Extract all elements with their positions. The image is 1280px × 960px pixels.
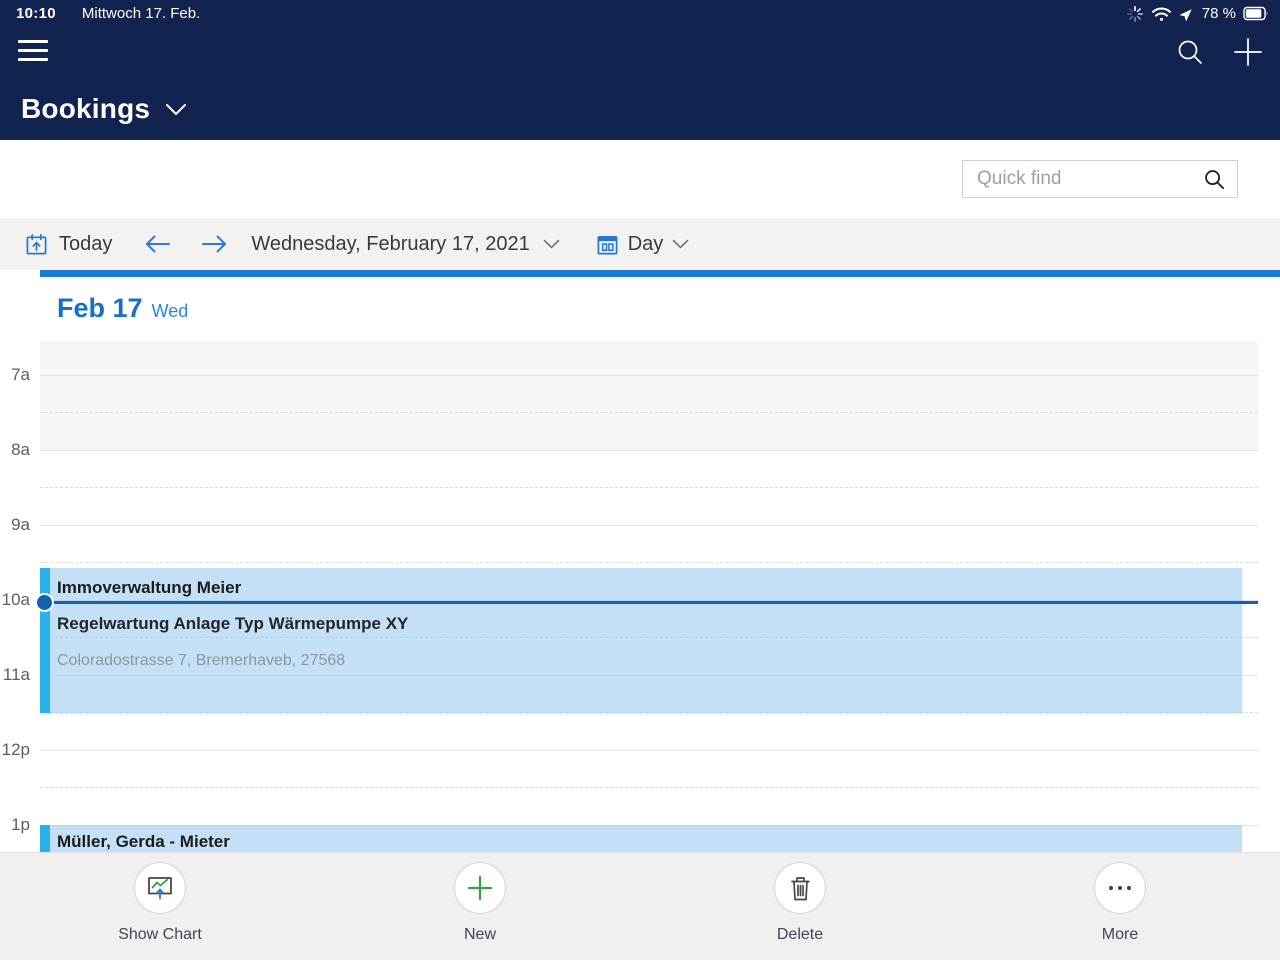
hour-line (40, 450, 1258, 451)
next-day-button[interactable] (201, 234, 228, 254)
event-status-stripe (40, 825, 50, 852)
time-label: 11a (0, 665, 30, 685)
new-label: New (464, 926, 496, 944)
more-button[interactable]: More (960, 853, 1280, 960)
activity-spinner-icon (1126, 5, 1144, 23)
half-hour-line (40, 787, 1258, 788)
current-time-line (40, 601, 1258, 604)
more-label: More (1102, 926, 1138, 944)
status-bar: 10:10 Mittwoch 17. Feb. 78 % (0, 0, 1280, 27)
event-title: Müller, Gerda - Mieter (57, 832, 230, 852)
today-button[interactable]: Today (25, 233, 112, 256)
event-title: Immoverwaltung Meier (57, 578, 241, 598)
location-icon (1179, 6, 1195, 22)
new-plus-icon (454, 862, 506, 914)
booking-event[interactable]: Immoverwaltung Meier Regelwartung Anlage… (40, 568, 1242, 713)
add-button[interactable] (1232, 36, 1264, 68)
new-button[interactable]: New (320, 853, 640, 960)
half-hour-line (40, 412, 1258, 413)
event-subtitle: Regelwartung Anlage Typ Wärmepumpe XY (57, 614, 408, 634)
view-title-selector[interactable]: Bookings (21, 93, 187, 125)
today-calendar-icon (25, 233, 48, 256)
status-icons: 78 % (1126, 5, 1270, 23)
day-name-label: Wed (152, 301, 189, 322)
delete-button[interactable]: Delete (640, 853, 960, 960)
quick-find-search-icon[interactable] (1197, 168, 1237, 191)
day-header: Feb 17 Wed (57, 293, 188, 324)
view-mode-label: Day (628, 233, 664, 256)
hour-line (40, 525, 1258, 526)
trash-icon (774, 862, 826, 914)
show-chart-label: Show Chart (118, 926, 202, 944)
delete-label: Delete (777, 926, 823, 944)
chevron-down-icon (672, 239, 689, 249)
app-header: Bookings (0, 27, 1280, 140)
accent-bar (40, 270, 1280, 277)
calendar-day-view: Feb 17 Wed 7a 8a 9a 10a 11a 12p 1p Immov… (0, 277, 1280, 852)
time-label: 12p (0, 740, 30, 760)
ellipsis-icon (1094, 862, 1146, 914)
day-view-calendar-icon (596, 233, 619, 256)
non-working-hours-band (40, 341, 1258, 450)
calendar-toolbar: Today Wednesday, February 17, 2021 Day (0, 218, 1280, 270)
previous-day-button[interactable] (144, 234, 171, 254)
time-label: 7a (0, 365, 30, 385)
page-title: Bookings (21, 93, 150, 125)
quick-find-box (962, 160, 1238, 198)
date-label: Wednesday, February 17, 2021 (251, 233, 529, 256)
battery-icon (1243, 5, 1270, 22)
status-time: 10:10 (16, 5, 56, 22)
hour-line (40, 750, 1258, 751)
battery-percentage: 78 % (1202, 5, 1236, 22)
half-hour-line (40, 487, 1258, 488)
quick-find-input[interactable] (963, 168, 1197, 190)
chevron-down-icon (543, 239, 560, 249)
chevron-down-icon (165, 103, 187, 116)
day-date-label: Feb 17 (57, 293, 143, 324)
wifi-icon (1151, 6, 1172, 22)
hamburger-menu-button[interactable] (18, 40, 48, 62)
subheader (0, 140, 1280, 218)
date-selector[interactable]: Wednesday, February 17, 2021 (251, 233, 559, 256)
time-label: 9a (0, 515, 30, 535)
show-chart-icon (134, 862, 186, 914)
time-label: 8a (0, 440, 30, 460)
status-date: Mittwoch 17. Feb. (82, 5, 200, 22)
event-location: Coloradostrasse 7, Bremerhaveb, 27568 (57, 652, 345, 670)
time-label: 10a (0, 590, 30, 610)
hour-line (40, 375, 1258, 376)
booking-event[interactable]: Müller, Gerda - Mieter (40, 825, 1242, 852)
today-label: Today (59, 233, 112, 256)
view-mode-selector[interactable]: Day (596, 233, 690, 256)
bottom-command-bar: Show Chart New Delete (0, 852, 1280, 960)
half-hour-line (40, 562, 1258, 563)
time-label: 1p (0, 815, 30, 835)
show-chart-button[interactable]: Show Chart (0, 853, 320, 960)
current-time-dot (35, 593, 54, 612)
search-button[interactable] (1175, 37, 1207, 69)
event-status-stripe (40, 568, 50, 713)
